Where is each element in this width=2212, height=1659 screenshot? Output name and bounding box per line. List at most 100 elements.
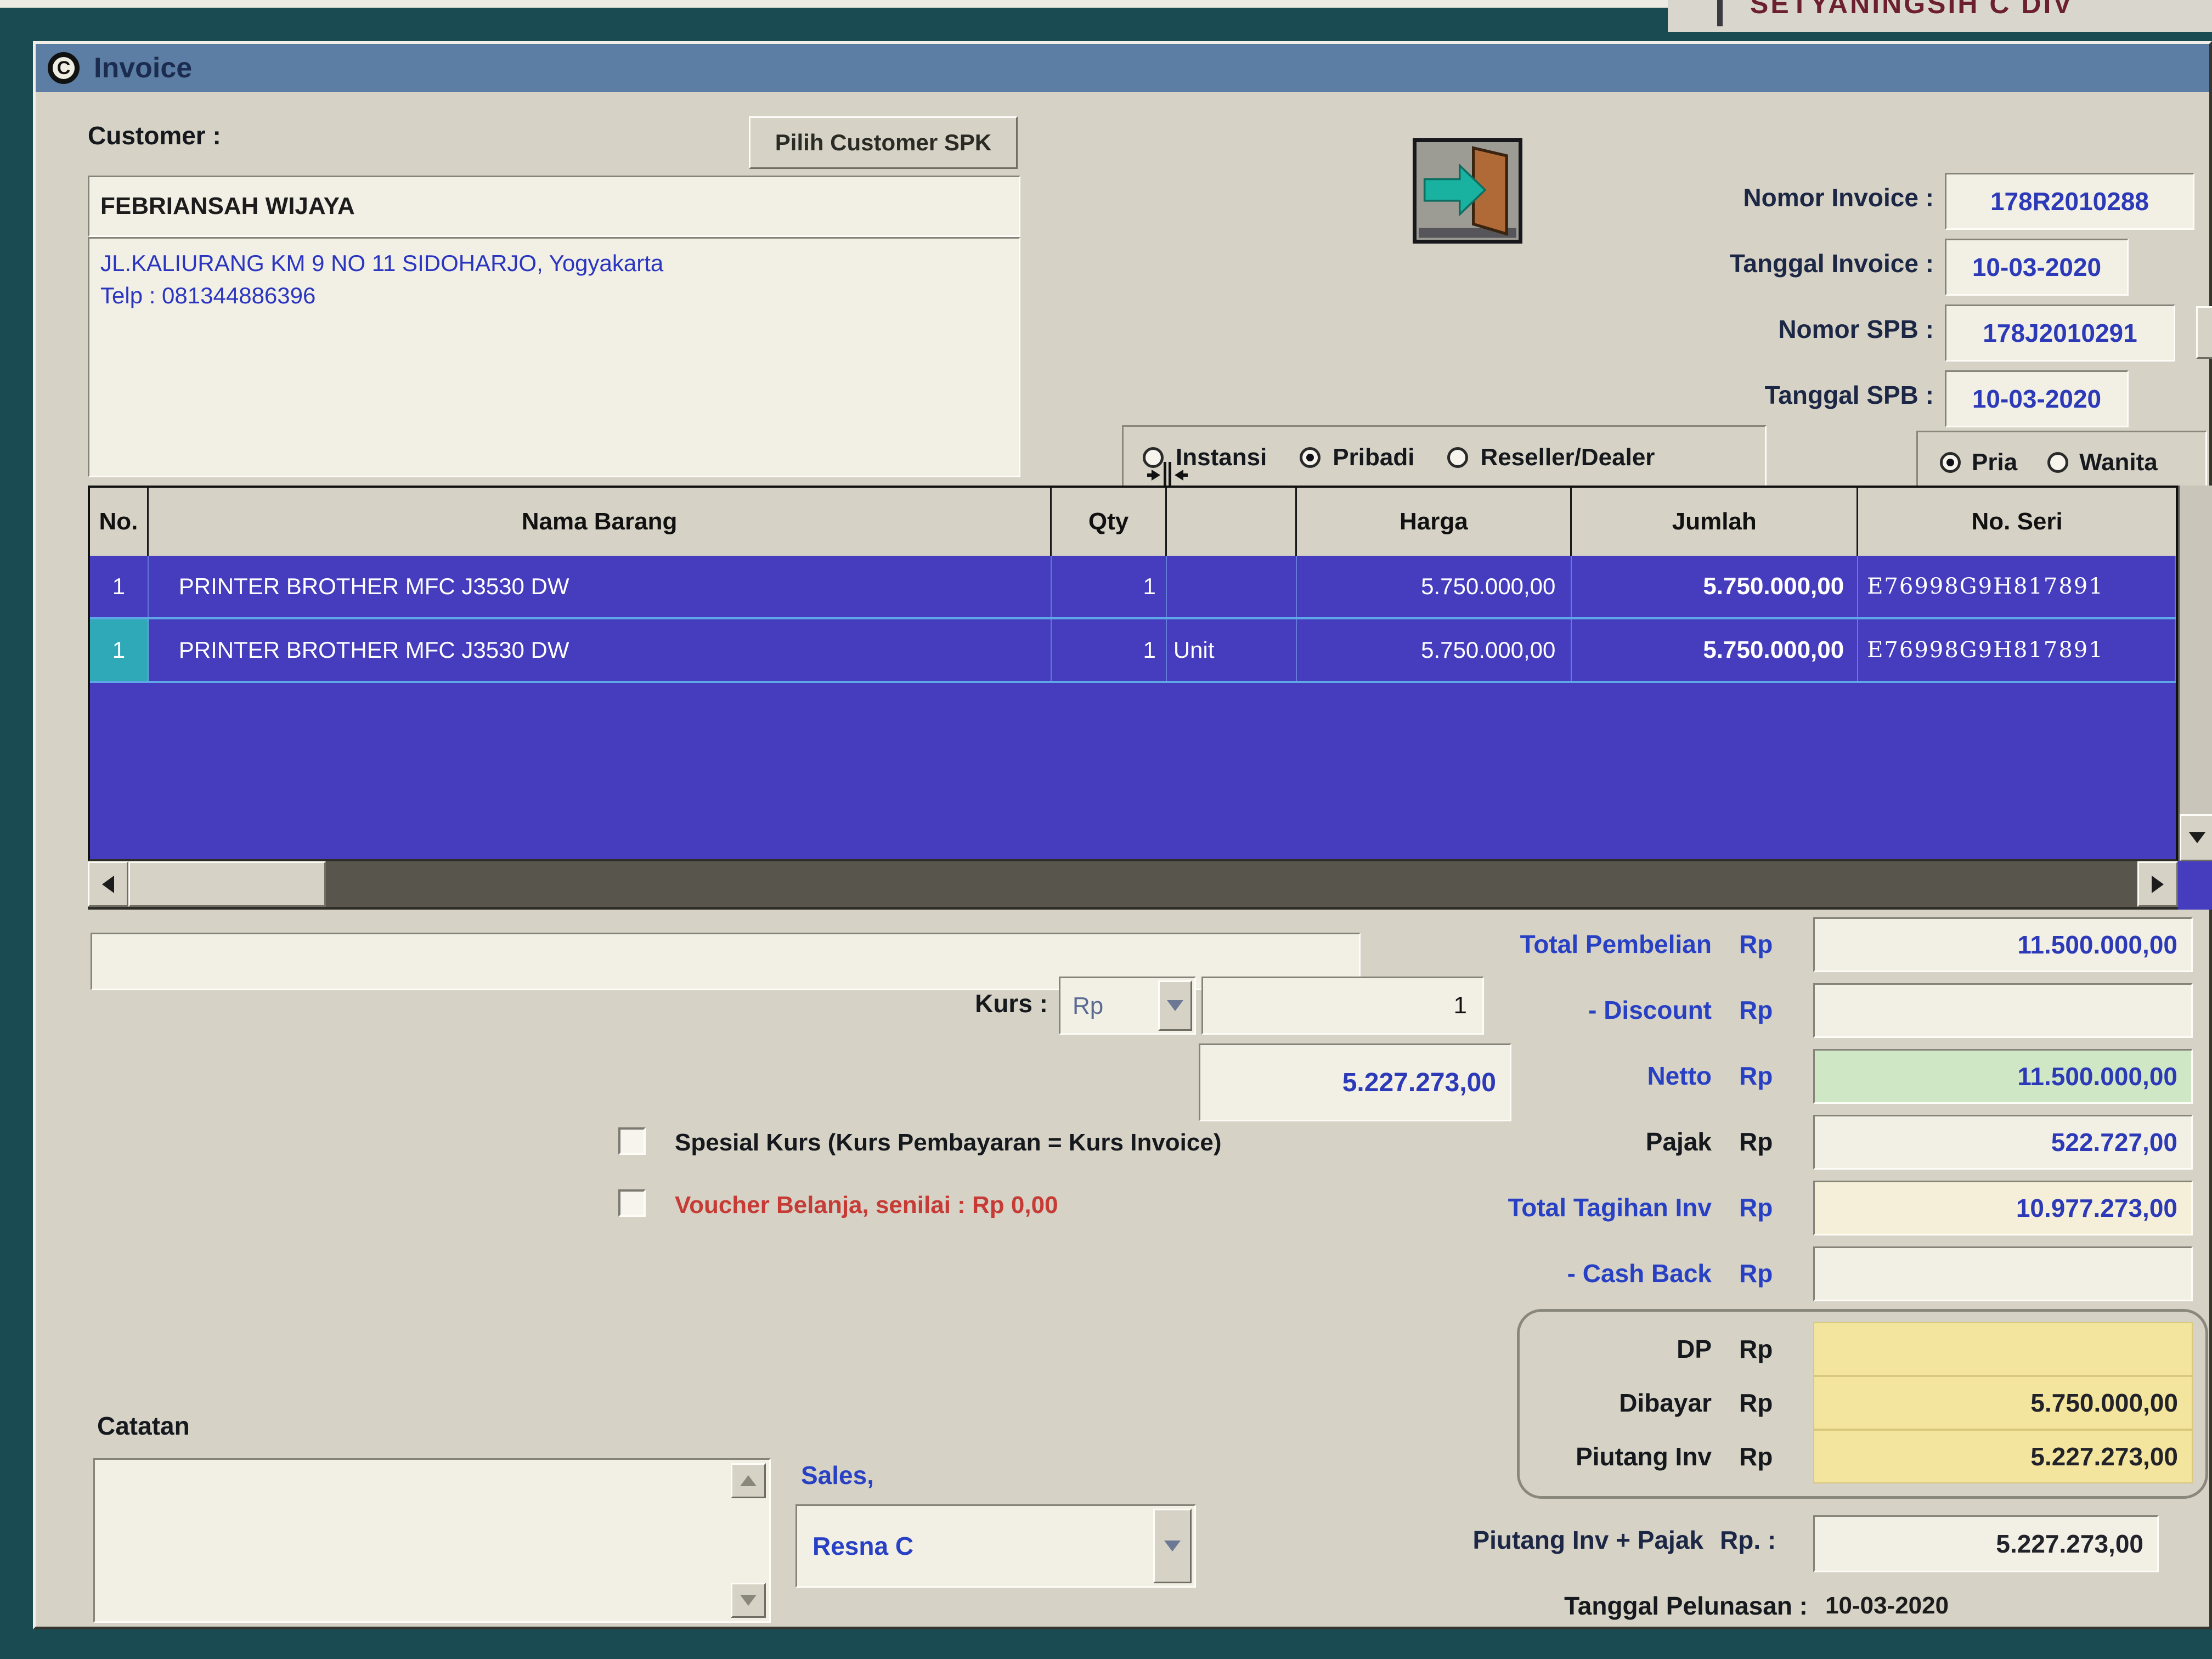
wanita-radio[interactable] — [2047, 452, 2068, 473]
header-nama-barang[interactable]: Nama Barang — [149, 488, 1052, 556]
sales-dropdown-button[interactable] — [1153, 1509, 1192, 1583]
scroll-left-button[interactable] — [88, 861, 128, 907]
netto-field[interactable]: 11.500.000,00 — [1813, 1049, 2193, 1104]
cell-qty[interactable]: 1 — [1052, 619, 1167, 681]
kurs-currency-value: Rp — [1073, 992, 1103, 1020]
tanggal-pelunasan-value: 10-03-2020 — [1825, 1592, 1949, 1620]
pribadi-label: Pribadi — [1333, 444, 1414, 471]
total-tagihan-currency: Rp — [1739, 1193, 1773, 1222]
customer-address-field[interactable]: JL.KALIURANG KM 9 NO 11 SIDOHARJO, Yogya… — [88, 237, 1020, 477]
tanggal-spb-label: Tanggal SPB : — [1627, 380, 1934, 410]
header-no[interactable]: No. — [90, 488, 149, 556]
sales-dropdown[interactable]: Resna C — [795, 1504, 1196, 1588]
cell-jumlah[interactable]: 5.750.000,00 — [1572, 556, 1858, 617]
kurs-currency-dropdown[interactable]: Rp — [1059, 977, 1196, 1035]
nomor-invoice-field[interactable]: 178R2010288 — [1945, 173, 2194, 230]
title-bar[interactable]: C Invoice — [36, 44, 2209, 92]
background-window-title-text: SETYANINGSIH C DIV — [1750, 0, 2074, 20]
dibayar-label: Dibayar — [1383, 1388, 1712, 1418]
total-pembelian-field[interactable]: 11.500.000,00 — [1813, 917, 2193, 972]
piutang-pajak-field[interactable]: 5.227.273,00 — [1813, 1515, 2159, 1572]
pilih-customer-spk-button[interactable]: Pilih Customer SPK — [749, 116, 1018, 169]
discount-currency: Rp — [1739, 995, 1773, 1025]
piutang-inv-label: Piutang Inv — [1383, 1442, 1712, 1471]
cell-unit[interactable]: Unit — [1167, 619, 1297, 681]
header-no-seri[interactable]: No. Seri — [1858, 488, 2176, 556]
dibayar-field[interactable]: 5.750.000,00 — [1813, 1376, 2193, 1430]
pajak-field[interactable]: 522.727,00 — [1813, 1115, 2193, 1170]
header-qty[interactable]: Qty — [1052, 488, 1167, 556]
customer-name-field[interactable]: FEBRIANSAH WIJAYA — [88, 176, 1020, 237]
nomor-spb-field[interactable]: 178J2010291 — [1945, 304, 2175, 362]
col-resize-cursor-icon — [1144, 462, 1190, 488]
scroll-down-button[interactable] — [2180, 814, 2212, 861]
header-jumlah[interactable]: Jumlah — [1572, 488, 1858, 556]
cash-back-field[interactable] — [1813, 1246, 2193, 1301]
cell-no-selected[interactable]: 1 — [90, 619, 149, 681]
dp-label: DP — [1383, 1334, 1712, 1364]
cash-back-currency: Rp — [1739, 1259, 1773, 1288]
cell-no[interactable]: 1 — [90, 556, 149, 617]
radio-option-reseller[interactable]: Reseller/Dealer — [1447, 444, 1655, 471]
grid-body[interactable]: 1 PRINTER BROTHER MFC J3530 DW 1 5.750.0… — [88, 556, 2178, 861]
piutang-inv-currency: Rp — [1739, 1442, 1773, 1471]
radio-option-wanita[interactable]: Wanita — [2047, 449, 2158, 476]
header-unit[interactable] — [1167, 488, 1297, 556]
tanggal-invoice-field[interactable]: 10-03-2020 — [1945, 239, 2129, 296]
nomor-spb-lookup-button[interactable] — [2196, 306, 2212, 359]
scrollbar-thumb[interactable] — [128, 861, 326, 907]
kurs-dropdown-button[interactable] — [1158, 980, 1192, 1031]
header-harga[interactable]: Harga — [1297, 488, 1572, 556]
table-row[interactable]: 1 PRINTER BROTHER MFC J3530 DW 1 Unit 5.… — [90, 619, 2176, 683]
pria-radio[interactable] — [1940, 452, 1961, 473]
cell-qty[interactable]: 1 — [1052, 556, 1167, 617]
scroll-right-button[interactable] — [2137, 861, 2178, 907]
table-row[interactable]: 1 PRINTER BROTHER MFC J3530 DW 1 5.750.0… — [90, 556, 2176, 619]
cell-nama[interactable]: PRINTER BROTHER MFC J3530 DW — [149, 556, 1052, 617]
table-horizontal-scrollbar[interactable] — [88, 861, 2178, 910]
cell-jumlah[interactable]: 5.750.000,00 — [1572, 619, 1858, 681]
cell-harga[interactable]: 5.750.000,00 — [1297, 556, 1572, 617]
discount-label: - Discount — [1218, 995, 1712, 1025]
chevron-down-icon — [1167, 1000, 1183, 1011]
cell-seri[interactable]: E76998G9H817891 — [1858, 556, 2176, 617]
cell-nama[interactable]: PRINTER BROTHER MFC J3530 DW — [149, 619, 1052, 681]
discount-field[interactable] — [1813, 983, 2193, 1038]
spesial-kurs-checkbox[interactable] — [618, 1127, 646, 1155]
chevron-down-icon — [1164, 1541, 1181, 1551]
radio-option-pribadi[interactable]: Pribadi — [1300, 444, 1414, 471]
door-exit-icon — [1417, 142, 1519, 240]
nomor-invoice-label: Nomor Invoice : — [1627, 183, 1934, 212]
cell-unit[interactable] — [1167, 556, 1297, 617]
pajak-label: Pajak — [1218, 1127, 1712, 1156]
piutang-inv-field[interactable]: 5.227.273,00 — [1813, 1430, 2193, 1483]
voucher-checkbox[interactable] — [618, 1189, 646, 1217]
pajak-currency: Rp — [1739, 1127, 1773, 1156]
notes-scroll-down-button[interactable] — [731, 1583, 766, 1618]
cell-seri[interactable]: E76998G9H817891 — [1858, 619, 2176, 681]
table-vertical-scrollbar[interactable] — [2178, 486, 2212, 861]
cash-back-label: - Cash Back — [1218, 1259, 1712, 1288]
total-pembelian-label: Total Pembelian — [1218, 929, 1712, 959]
reseller-label: Reseller/Dealer — [1480, 444, 1655, 471]
tanggal-pelunasan-label: Tanggal Pelunasan : — [1314, 1591, 1808, 1621]
voucher-label: Voucher Belanja, senilai : Rp 0,00 — [675, 1192, 1058, 1219]
radio-option-pria[interactable]: Pria — [1940, 449, 2017, 476]
notes-scroll-up-button[interactable] — [731, 1463, 766, 1498]
total-tagihan-label: Total Tagihan Inv — [1218, 1193, 1712, 1222]
arrow-right-icon — [2152, 876, 2164, 893]
exit-button[interactable] — [1413, 138, 1522, 244]
reseller-radio[interactable] — [1447, 447, 1468, 468]
tanggal-spb-field[interactable]: 10-03-2020 — [1945, 370, 2129, 427]
cell-harga[interactable]: 5.750.000,00 — [1297, 619, 1572, 681]
pribadi-radio[interactable] — [1300, 447, 1321, 468]
sales-label: Sales, — [801, 1460, 874, 1490]
grid-header-row: No. Nama Barang Qty Harga Jumlah No. Ser… — [88, 486, 2178, 556]
total-pembelian-currency: Rp — [1739, 929, 1773, 959]
dp-field[interactable] — [1813, 1322, 2193, 1376]
arrow-up-icon — [740, 1475, 757, 1486]
spesial-kurs-label: Spesial Kurs (Kurs Pembayaran = Kurs Inv… — [675, 1129, 1222, 1156]
catatan-textarea[interactable] — [93, 1458, 771, 1623]
total-tagihan-field[interactable]: 10.977.273,00 — [1813, 1181, 2193, 1235]
netto-currency: Rp — [1739, 1061, 1773, 1091]
